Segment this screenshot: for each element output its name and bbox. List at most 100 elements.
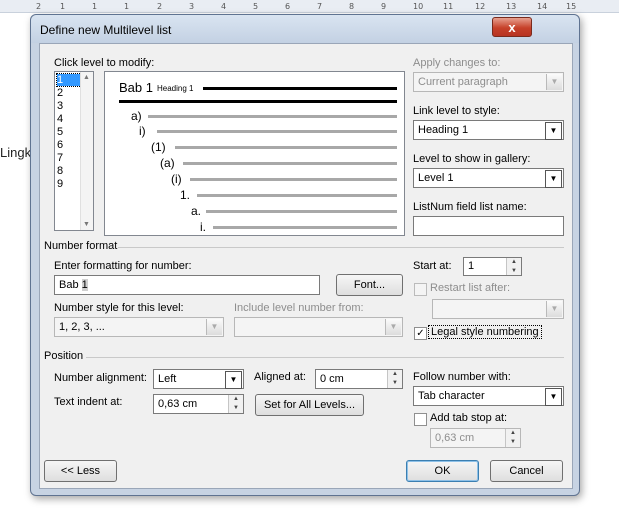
dropdown-arrow-icon[interactable]: ▼ [545,388,562,406]
ruler-number: 10 [413,2,424,11]
font-button[interactable]: Font... [336,274,403,296]
dropdown-arrow-icon[interactable]: ▼ [545,122,562,140]
aligned-at-spinner[interactable]: ▲ ▼ [387,370,402,388]
close-button[interactable]: x [492,17,532,37]
level-item-9[interactable]: 9 [57,178,81,190]
level-item-6[interactable]: 6 [57,139,81,151]
ruler-number: 7 [317,2,323,11]
format-prefix: Bab [59,279,82,291]
apply-changes-select[interactable]: Current paragraph ▼ [413,72,564,92]
dialog-title: Define new Multilevel list [40,23,172,37]
level-item-8[interactable]: 8 [57,165,81,177]
level-listbox[interactable]: 1 2 3 4 5 6 7 8 9 ▲ ▼ [54,71,94,231]
apply-changes-label: Apply changes to: [413,57,501,69]
preview-item: 1. [180,188,191,202]
spin-up-icon[interactable]: ▲ [506,429,520,438]
dialog-content: Click level to modify: 1 2 3 4 5 6 7 8 9… [39,43,573,489]
restart-list-checkbox[interactable] [414,283,427,296]
ok-button[interactable]: OK [406,460,479,482]
link-level-select[interactable]: Heading 1 ▼ [413,120,564,140]
text-indent-input[interactable]: 0,63 cm ▲ ▼ [153,394,244,414]
aligned-at-value: 0 cm [320,373,344,385]
cancel-button[interactable]: Cancel [490,460,563,482]
level-item-5[interactable]: 5 [57,126,81,138]
ruler-number: 14 [537,2,548,11]
start-at-input[interactable]: 1 ▲ ▼ [463,257,522,276]
dropdown-arrow-icon: ▼ [206,319,222,335]
add-tab-stop-checkbox[interactable] [414,413,427,426]
preview-item: a. [191,204,202,218]
restart-list-select[interactable]: ▼ [432,299,564,319]
less-button[interactable]: << Less [44,460,117,482]
add-tab-stop-spinner[interactable]: ▲ ▼ [505,429,520,447]
restart-list-label: Restart list after: [430,282,511,294]
number-style-value: 1, 2, 3, ... [59,321,105,333]
level-item-2[interactable]: 2 [57,87,81,99]
follow-number-value: Tab character [418,390,485,402]
dropdown-arrow-icon[interactable]: ▼ [545,170,562,188]
horizontal-ruler[interactable]: 2 1 1 1 2 3 4 5 6 7 8 9 10 11 12 13 14 1… [0,0,619,13]
spin-down-icon[interactable]: ▼ [507,267,521,276]
dropdown-arrow-icon: ▼ [546,74,562,90]
legal-style-checkbox[interactable]: ✓ [414,327,427,340]
listnum-input[interactable] [413,216,564,236]
number-format-input[interactable]: Bab 1 [54,275,320,295]
start-at-value: 1 [468,260,475,272]
ruler-number: 3 [189,2,195,11]
preview-line [157,130,397,133]
ruler-number: 9 [381,2,387,11]
section-divider [118,247,564,248]
follow-number-select[interactable]: Tab character ▼ [413,386,564,406]
add-tab-stop-input[interactable]: 0,63 cm ▲ ▼ [430,428,521,448]
preview-line [206,210,397,213]
add-tab-stop-value: 0,63 cm [435,432,475,444]
spin-down-icon[interactable]: ▼ [506,438,520,447]
preview-heading-style: Heading 1 [157,84,194,93]
number-alignment-select[interactable]: Left ▼ [153,369,244,389]
dropdown-arrow-icon[interactable]: ▼ [225,371,242,389]
preview-item: i. [200,220,206,234]
spin-down-icon[interactable]: ▼ [388,379,402,388]
preview-item: (i) [171,172,182,186]
level-listbox-scrollbar[interactable]: ▲ ▼ [80,72,93,230]
ruler-number: 11 [443,2,454,11]
gallery-level-select[interactable]: Level 1 ▼ [413,168,564,188]
level-item-4[interactable]: 4 [57,113,81,125]
start-at-spinner[interactable]: ▲ ▼ [506,258,521,275]
define-multilevel-list-dialog: Define new Multilevel list x Click level… [30,14,580,496]
spin-up-icon[interactable]: ▲ [507,258,521,267]
spin-up-icon[interactable]: ▲ [388,370,402,379]
aligned-at-input[interactable]: 0 cm ▲ ▼ [315,369,403,389]
ruler-number: 1 [60,2,66,11]
ruler-number: 2 [157,2,163,11]
number-format-section-title: Number format [44,240,118,252]
spin-up-icon[interactable]: ▲ [229,395,243,404]
gallery-level-value: Level 1 [418,172,454,184]
title-bar[interactable]: Define new Multilevel list x [31,15,579,43]
preview-line [148,115,397,118]
listnum-label: ListNum field list name: [413,201,527,213]
preview-line [213,226,397,229]
level-item-3[interactable]: 3 [57,100,81,112]
set-for-all-levels-button[interactable]: Set for All Levels... [255,394,364,416]
scroll-up-icon[interactable]: ▲ [83,74,90,81]
ruler-number: 1 [124,2,130,11]
preview-line [197,194,397,197]
legal-style-label[interactable]: Legal style numbering [428,325,542,339]
ruler-number: 5 [253,2,259,11]
ruler-number: 12 [475,2,486,11]
ruler-number: 15 [566,2,577,11]
section-divider [86,357,564,358]
scroll-down-icon[interactable]: ▼ [83,221,90,228]
spin-down-icon[interactable]: ▼ [229,404,243,413]
preview-heading-line [119,100,397,103]
ruler-number: 13 [506,2,517,11]
add-tab-stop-label: Add tab stop at: [430,412,508,424]
text-indent-spinner[interactable]: ▲ ▼ [228,395,243,413]
number-style-select[interactable]: 1, 2, 3, ... ▼ [54,317,224,337]
aligned-at-label: Aligned at: [254,371,306,383]
level-item-1[interactable]: 1 [56,73,82,87]
include-level-select[interactable]: ▼ [234,317,403,337]
preview-heading-text: Bab 1 [119,80,153,95]
level-item-7[interactable]: 7 [57,152,81,164]
